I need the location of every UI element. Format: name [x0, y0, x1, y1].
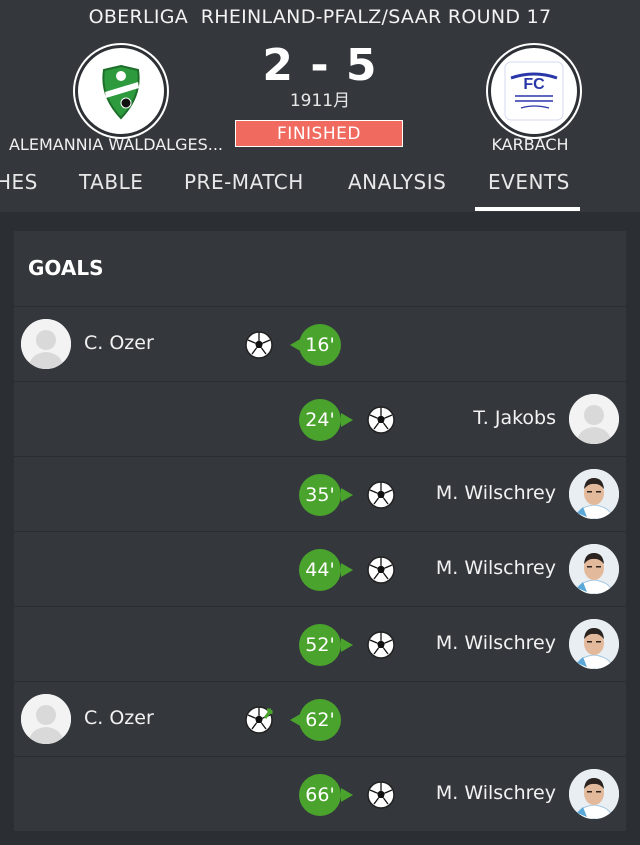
goal-scorer-name[interactable]: C. Ozer	[84, 707, 154, 729]
goal-event-row[interactable]: M. Wilschrey 52'	[14, 606, 626, 681]
home-team-crest[interactable]	[75, 45, 167, 137]
goal-scorer-name[interactable]: M. Wilschrey	[436, 482, 556, 504]
goal-scorer-name[interactable]: C. Ozer	[84, 332, 154, 354]
tab-matches[interactable]: HES	[0, 170, 38, 194]
player-avatar[interactable]	[21, 319, 71, 369]
player-avatar[interactable]	[569, 619, 619, 669]
active-tab-indicator	[475, 207, 580, 211]
match-status-badge: FINISHED	[235, 120, 403, 147]
tab-analysis[interactable]: ANALYSIS	[348, 170, 446, 194]
tab-pre-match[interactable]: PRE-MATCH	[184, 170, 304, 194]
goals-section-title: GOALS	[28, 256, 104, 280]
goal-minute: 35'	[305, 484, 335, 506]
goal-minute-badge: 66'	[299, 774, 357, 816]
goal-scorer-name[interactable]: M. Wilschrey	[436, 782, 556, 804]
soccer-ball-icon	[367, 781, 395, 809]
goal-minute: 62'	[305, 709, 335, 731]
goal-event-row[interactable]: M. Wilschrey 66'	[14, 756, 626, 831]
goal-minute: 66'	[305, 784, 335, 806]
soccer-ball-icon	[367, 481, 395, 509]
player-avatar[interactable]	[569, 394, 619, 444]
match-tabs: HES TABLE PRE-MATCH ANALYSIS EVENTS	[0, 160, 640, 212]
svg-text:FC: FC	[523, 76, 545, 93]
goal-scorer-name[interactable]: M. Wilschrey	[436, 632, 556, 654]
goal-minute: 44'	[305, 559, 335, 581]
tab-events[interactable]: EVENTS	[488, 170, 570, 194]
soccer-ball-icon	[367, 631, 395, 659]
goal-minute-badge: 44'	[299, 549, 357, 591]
soccer-ball-icon	[367, 556, 395, 584]
goal-minute: 52'	[305, 634, 335, 656]
goal-event-row[interactable]: M. Wilschrey 44'	[14, 531, 626, 606]
tab-table[interactable]: TABLE	[79, 170, 143, 194]
goal-minute-badge: 52'	[299, 624, 357, 666]
player-avatar[interactable]	[569, 544, 619, 594]
goal-minute: 24'	[305, 409, 335, 431]
goals-panel: GOALS C. Ozer 16' T. Jakobs 24' M. Wilsc…	[14, 231, 626, 831]
match-date: 1911月	[289, 91, 351, 111]
soccer-ball-icon	[245, 331, 273, 359]
goal-minute: 16'	[305, 334, 335, 356]
league-round-title: OBERLIGA RHEINLAND-PFALZ/SAAR ROUND 17	[88, 6, 552, 28]
away-team-name[interactable]: KARBACH	[460, 135, 600, 154]
player-avatar[interactable]	[21, 694, 71, 744]
goal-event-row[interactable]: C. Ozer 16'	[14, 306, 626, 381]
goal-event-row[interactable]: M. Wilschrey 35'	[14, 456, 626, 531]
goal-scorer-name[interactable]: T. Jakobs	[473, 407, 556, 429]
goal-minute-badge: 62'	[286, 699, 344, 741]
match-score: 2 - 5	[262, 40, 378, 91]
soccer-ball-icon	[367, 406, 395, 434]
goal-event-row[interactable]: C. Ozer 62'	[14, 681, 626, 756]
goal-scorer-name[interactable]: M. Wilschrey	[436, 557, 556, 579]
match-header: OBERLIGA RHEINLAND-PFALZ/SAAR ROUND 17 A…	[0, 0, 640, 212]
goal-minute-badge: 35'	[299, 474, 357, 516]
player-avatar[interactable]	[569, 469, 619, 519]
goal-event-row[interactable]: T. Jakobs 24'	[14, 381, 626, 456]
home-crest-icon	[102, 64, 140, 120]
player-avatar[interactable]	[569, 769, 619, 819]
soccer-ball-icon	[245, 706, 273, 734]
goal-minute-badge: 16'	[286, 324, 344, 366]
home-team-name[interactable]: ALEMANNIA WALDALGES...	[0, 135, 232, 154]
away-team-crest[interactable]: FC	[488, 45, 580, 137]
goal-minute-badge: 24'	[299, 399, 357, 441]
away-crest-icon: FC	[504, 61, 564, 121]
